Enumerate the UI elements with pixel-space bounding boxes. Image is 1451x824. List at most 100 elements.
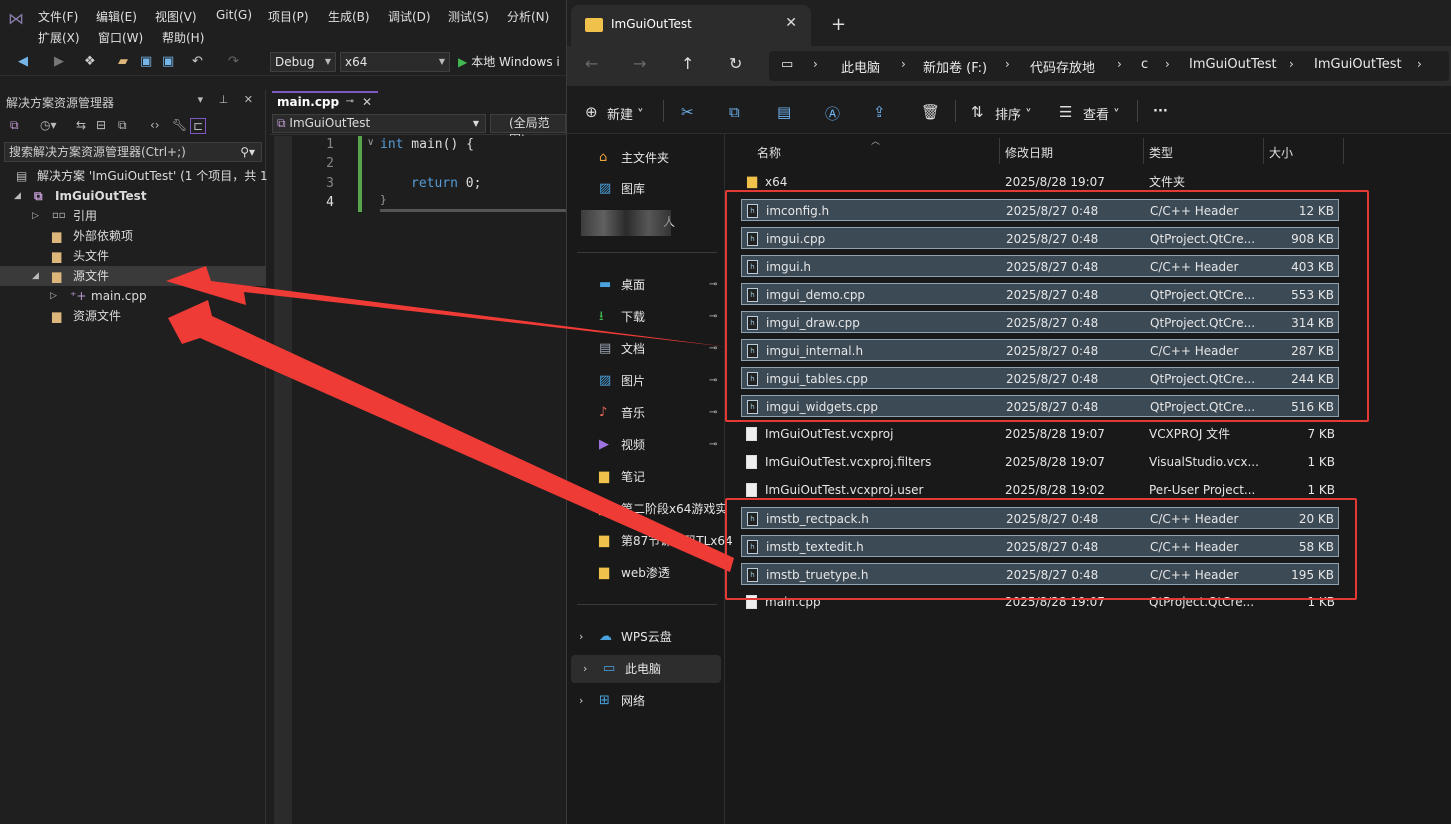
breadcrumb-item[interactable]: 代码存放地 — [1030, 57, 1095, 76]
chevron-right-icon[interactable]: › — [579, 687, 583, 715]
history-icon[interactable]: ◷▾ — [40, 118, 57, 132]
sidebar-item-6[interactable]: ▨ 图片 ⊸ — [567, 367, 725, 395]
more-options-icon[interactable]: ··· — [1153, 104, 1168, 119]
sidebar-item-10[interactable]: ▆ 第二阶段x64游戏实 — [567, 495, 727, 523]
menu-edit[interactable]: 编辑(E) — [96, 8, 137, 25]
sidebar-item-5[interactable]: ▤ 文档 ⊸ — [567, 335, 725, 363]
redo-icon[interactable]: ↷ — [228, 53, 239, 71]
configuration-select[interactable]: Debug ▼ — [270, 52, 336, 72]
chevron-right-icon[interactable]: › — [579, 623, 583, 651]
breadcrumb[interactable]: ▭ › 此电脑 › 新加卷 (F:) › 代码存放地 › c › ImGuiOu… — [769, 51, 1449, 81]
menu-git[interactable]: Git(G) — [216, 8, 252, 22]
menu-help[interactable]: 帮助(H) — [162, 29, 204, 46]
solution-search-input[interactable]: 搜索解决方案资源管理器(Ctrl+;) ⚲▾ — [4, 142, 262, 162]
tree-item-resource-files[interactable]: ▆ 资源文件 — [0, 306, 266, 326]
column-divider[interactable] — [1343, 138, 1344, 164]
breadcrumb-item[interactable]: 此电脑 — [841, 57, 880, 76]
menu-file[interactable]: 文件(F) — [38, 8, 78, 25]
share-icon[interactable]: ⇪ — [873, 103, 886, 121]
start-debug-button[interactable]: ▶ 本地 Windows i — [458, 52, 560, 72]
sidebar-item-9[interactable]: ▆ 笔记 — [567, 463, 725, 491]
project-dropdown[interactable]: ⧉ ImGuiOutTest ▼ — [272, 114, 486, 133]
tree-item-references[interactable]: ▷ ▫▫ 引用 — [0, 206, 266, 226]
save-all-icon[interactable]: ▣ — [162, 53, 174, 71]
explorer-tab[interactable]: ImGuiOutTest ✕ — [571, 5, 811, 46]
sort-icon[interactable]: ⇅ — [971, 103, 984, 121]
table-row[interactable]: ImGuiOutTest.vcxproj.filters 2025/8/28 19… — [741, 451, 1339, 473]
new-plus-icon[interactable]: ⊕ — [585, 103, 598, 121]
sidebar-item-14[interactable]: › ▭ 此电脑 — [571, 655, 721, 683]
panel-options-icon[interactable]: ▾ ⊥ ✕ — [198, 93, 259, 106]
pin-icon[interactable]: ⊸ — [709, 399, 717, 427]
collapse-icon[interactable]: ∨ — [367, 137, 374, 148]
column-header-date[interactable]: 修改日期 — [1005, 144, 1053, 161]
menu-debug[interactable]: 调试(D) — [388, 8, 431, 25]
switch-views-icon[interactable]: ⧉ — [10, 118, 19, 133]
platform-select[interactable]: x64 ▼ — [340, 52, 450, 72]
column-header-name[interactable]: 名称 — [757, 144, 781, 161]
sidebar-item-7[interactable]: ♪ 音乐 ⊸ — [567, 399, 725, 427]
pin-icon[interactable]: ⊸ — [709, 335, 717, 363]
sidebar-item-8[interactable]: ▶ 视频 ⊸ — [567, 431, 725, 459]
preview-selected-icon[interactable]: ⊏ — [190, 118, 207, 134]
tree-item-project[interactable]: ◢ ⧉ ImGuiOutTest — [0, 186, 266, 206]
pin-icon[interactable]: ⊸ — [709, 431, 717, 459]
sync-icon[interactable]: ⇆ — [76, 118, 86, 132]
delete-icon[interactable]: 🗑︎ — [921, 103, 940, 121]
column-divider[interactable] — [1263, 138, 1264, 164]
sidebar-item-1[interactable]: ▨ 图库 — [567, 175, 725, 203]
new-item-icon[interactable]: ❖ — [84, 53, 96, 71]
close-icon[interactable]: ✕ — [362, 93, 372, 111]
sort-button[interactable]: 排序 ˅ — [995, 104, 1032, 123]
column-divider[interactable] — [999, 138, 1000, 164]
breadcrumb-item[interactable]: ImGuiOutTest — [1314, 57, 1402, 72]
breadcrumb-item[interactable]: 新加卷 (F:) — [923, 57, 987, 76]
menu-extensions[interactable]: 扩展(X) — [38, 29, 80, 46]
table-row[interactable]: ImGuiOutTest.vcxproj 2025/8/28 19:07 VCXPR… — [741, 423, 1339, 445]
new-button[interactable]: 新建 ˅ — [607, 104, 644, 123]
rename-icon[interactable]: Ⓐ — [825, 103, 840, 124]
column-header-type[interactable]: 类型 — [1149, 144, 1173, 161]
sidebar-item-4[interactable]: ⭳ 下载 ⊸ — [567, 303, 725, 331]
pin-icon[interactable]: ⊸ — [709, 271, 717, 299]
code-view-icon[interactable]: ‹› — [150, 118, 160, 132]
tree-item-source-files[interactable]: ◢ ▆ 源文件 — [0, 266, 266, 286]
undo-icon[interactable]: ↶ — [192, 53, 203, 71]
scope-dropdown[interactable]: (全局范围) — [490, 114, 566, 147]
cut-icon[interactable]: ✂ — [681, 103, 694, 121]
menu-project[interactable]: 项目(P) — [268, 8, 309, 25]
view-button[interactable]: 查看 ˅ — [1083, 104, 1120, 123]
pin-icon[interactable]: ⊸ — [709, 303, 717, 331]
close-icon[interactable]: ✕ — [785, 15, 797, 31]
sidebar-item-3[interactable]: ▬ 桌面 ⊸ — [567, 271, 725, 299]
back-arrow-icon[interactable]: ← — [585, 54, 598, 73]
editor-horizontal-scrollbar[interactable] — [380, 209, 566, 212]
paste-icon[interactable]: ▤ — [777, 103, 791, 121]
tree-item-header-files[interactable]: ▆ 头文件 — [0, 246, 266, 266]
pin-icon[interactable]: ⊸ — [346, 93, 354, 111]
tab-main-cpp[interactable]: main.cpp ⊸ ✕ — [272, 91, 378, 112]
up-arrow-icon[interactable]: ↑ — [681, 54, 694, 73]
breadcrumb-item[interactable]: ImGuiOutTest — [1189, 57, 1277, 72]
tree-item-solution[interactable]: ▤ 解决方案 'ImGuiOutTest' (1 个项目，共 1 — [0, 166, 268, 186]
sidebar-item-12[interactable]: ▆ web渗透 — [567, 559, 725, 587]
column-header-size[interactable]: 大小 — [1269, 144, 1293, 161]
tree-item-main-cpp[interactable]: ▷ ⁺+ main.cpp — [0, 286, 266, 306]
view-icon[interactable]: ☰ — [1059, 103, 1072, 121]
menu-window[interactable]: 窗口(W) — [98, 29, 143, 46]
forward-arrow-icon[interactable]: → — [633, 54, 646, 73]
refresh-icon[interactable]: ↻ — [729, 54, 742, 73]
save-icon[interactable]: ▣ — [140, 53, 152, 71]
sidebar-item-11[interactable]: ▆ 第87节课代码TLx64 — [567, 527, 733, 555]
copy-icon[interactable]: ⧉ — [729, 103, 740, 121]
sidebar-item-15[interactable]: › ⊞ 网络 — [567, 687, 725, 715]
new-tab-icon[interactable]: + — [831, 14, 846, 35]
menu-view[interactable]: 视图(V) — [155, 8, 197, 25]
properties-wrench-icon[interactable]: 🔧︎ — [172, 118, 187, 132]
menu-analyze[interactable]: 分析(N) — [507, 8, 549, 25]
collapse-all-icon[interactable]: ⊟ — [96, 118, 106, 132]
sidebar-item-0[interactable]: ⌂ 主文件夹 — [567, 144, 725, 172]
code-editor[interactable]: 1 2 3 4 ∨ int main() { return 0; } — [270, 136, 566, 824]
menu-build[interactable]: 生成(B) — [328, 8, 370, 25]
pin-icon[interactable]: ⊸ — [709, 367, 717, 395]
